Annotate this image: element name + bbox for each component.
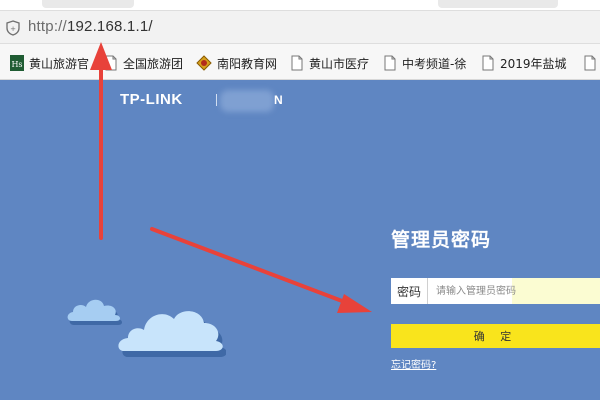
page-icon [482, 55, 494, 71]
page-icon [584, 55, 596, 71]
shield-icon: + [6, 20, 20, 36]
router-login-page: TP-LINK N 管理员密码 密码 确 定 忘记密码? [0, 80, 600, 400]
page-icon [105, 55, 117, 71]
svg-text:+: + [10, 25, 16, 33]
redacted-logo-text [220, 90, 274, 112]
confirm-button[interactable]: 确 定 [391, 324, 600, 348]
password-input[interactable] [428, 278, 600, 304]
svg-text:Hs: Hs [11, 60, 22, 69]
cloud-illustration [118, 311, 226, 357]
address-bar[interactable]: + http://192.168.1.1/ [0, 10, 600, 44]
emblem-icon [196, 55, 212, 71]
page-icon [291, 55, 303, 71]
logo-divider [216, 94, 217, 106]
brand-logo: TP-LINK [120, 91, 183, 108]
bookmarks-bar: Hs 黄山旅游官 全国旅游团 南阳教育网 黄山市医疗 中考频道-徐 2019年盐… [0, 44, 600, 80]
bookmark-item[interactable] [583, 54, 600, 72]
hs-logo-icon: Hs [10, 55, 24, 71]
bookmark-item[interactable]: Hs 黄山旅游官 [10, 54, 89, 72]
url-host: 192.168.1.1/ [66, 18, 153, 35]
forgot-password-link[interactable]: 忘记密码? [391, 356, 436, 371]
url-protocol: http:// [28, 18, 67, 35]
brand-suffix: N [274, 93, 283, 107]
admin-password-title: 管理员密码 [391, 229, 492, 251]
bookmark-item[interactable]: 2019年盐城 [481, 54, 567, 72]
password-label: 密码 [391, 278, 428, 304]
url-text[interactable]: http://192.168.1.1/ [28, 18, 153, 35]
bookmark-item[interactable]: 中考频道-徐 [383, 54, 466, 72]
browser-tab[interactable] [42, 0, 134, 8]
browser-tab[interactable] [438, 0, 558, 8]
bookmark-item[interactable]: 黄山市医疗 [290, 54, 369, 72]
bookmark-item[interactable]: 南阳教育网 [196, 54, 277, 72]
bookmark-item[interactable]: 全国旅游团 [104, 54, 183, 72]
page-icon [384, 55, 396, 71]
tab-strip [0, 0, 600, 10]
